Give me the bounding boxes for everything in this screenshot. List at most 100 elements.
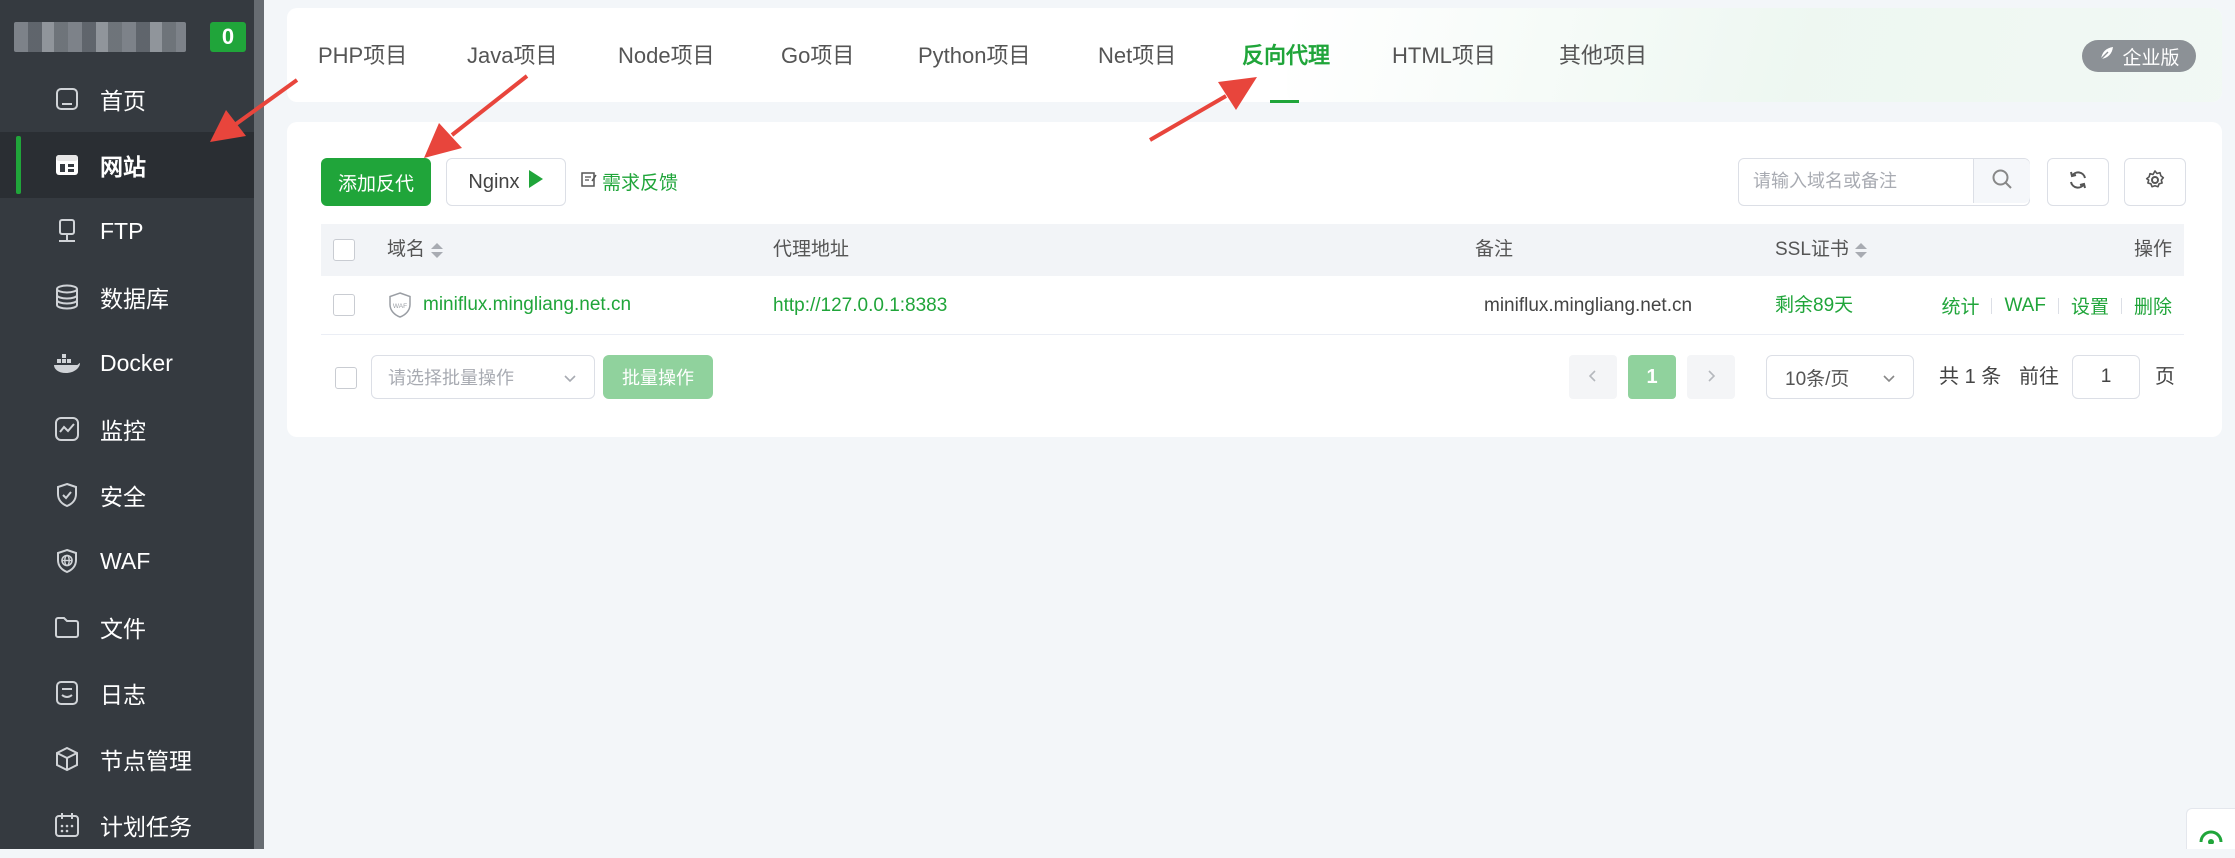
sidebar-item-label: 节点管理 — [100, 748, 192, 774]
goto-page-input[interactable] — [2072, 355, 2140, 399]
current-page-button[interactable]: 1 — [1628, 355, 1676, 399]
sort-icon — [1854, 242, 1867, 258]
footer-select-all-checkbox[interactable] — [335, 367, 357, 389]
chevron-down-icon — [562, 370, 578, 391]
sidebar-item-security[interactable]: 安全 — [0, 462, 254, 528]
batch-operation-button[interactable]: 批量操作 — [603, 355, 713, 399]
log-icon — [52, 678, 82, 708]
tab-net[interactable]: Net项目 — [1098, 8, 1176, 102]
tab-go[interactable]: Go项目 — [781, 8, 854, 102]
edit-icon — [580, 170, 598, 194]
column-ssl[interactable]: SSL证书 — [1775, 224, 1867, 276]
sidebar-item-docker[interactable]: Docker — [0, 330, 254, 396]
tab-php[interactable]: PHP项目 — [318, 8, 407, 102]
total-prefix: 共 — [1939, 366, 1959, 388]
total-number: 1 — [1964, 366, 1976, 388]
tab-html[interactable]: HTML项目 — [1392, 8, 1496, 102]
nginx-button[interactable]: Nginx — [446, 158, 566, 206]
proxy-address-link[interactable]: http://127.0.0.1:8383 — [773, 277, 947, 334]
sidebar-item-website[interactable]: 网站 — [0, 132, 254, 198]
search-icon — [1991, 168, 2013, 195]
svg-text:WAF: WAF — [393, 303, 407, 310]
waf-icon — [52, 546, 82, 576]
sidebar-item-waf[interactable]: WAF — [0, 528, 254, 594]
ftp-icon — [52, 216, 82, 246]
sidebar-menu: 首页 网站 FTP 数据库 Docker 监控 安全 WAF 文件 日志 节点管… — [0, 66, 254, 858]
remark-text[interactable]: miniflux.mingliang.net.cn — [1484, 277, 1692, 334]
nginx-label: Nginx — [468, 170, 520, 193]
goto-label: 前往 — [2019, 366, 2059, 388]
active-tab-indicator — [1270, 100, 1299, 103]
settings-button[interactable] — [2124, 158, 2186, 206]
waf-shield-icon: WAF — [388, 292, 412, 323]
database-icon — [52, 282, 82, 312]
monitor-icon — [52, 414, 82, 444]
tab-python[interactable]: Python项目 — [918, 8, 1031, 102]
prev-page-button[interactable] — [1569, 355, 1617, 399]
page-size-select[interactable]: 10条/页 — [1766, 355, 1914, 399]
sidebar-item-cron[interactable]: 计划任务 — [0, 792, 254, 858]
search-button[interactable] — [1973, 159, 2030, 203]
sidebar-item-database[interactable]: 数据库 — [0, 264, 254, 330]
action-stats[interactable]: 统计 — [1941, 292, 1979, 319]
sidebar-item-label: 数据库 — [100, 286, 169, 312]
sidebar-item-label: WAF — [100, 547, 151, 574]
divider — [1991, 297, 1993, 314]
website-icon — [52, 150, 82, 180]
tab-other[interactable]: 其他项目 — [1559, 8, 1647, 102]
project-tabs: PHP项目 Java项目 Node项目 Go项目 Python项目 Net项目 … — [287, 8, 2222, 102]
chevron-right-icon — [1704, 366, 1718, 389]
folder-icon — [52, 612, 82, 642]
total-suffix: 条 — [1981, 366, 2002, 388]
add-reverse-proxy-button[interactable]: 添加反代 — [321, 158, 431, 206]
table-row: WAF miniflux.mingliang.net.cn http://127… — [321, 277, 2184, 335]
sidebar-item-label: 计划任务 — [100, 814, 192, 840]
tab-java[interactable]: Java项目 — [467, 8, 557, 102]
action-delete[interactable]: 删除 — [2134, 292, 2172, 319]
page-size-value: 10条/页 — [1785, 368, 1850, 390]
sidebar-item-label: 网站 — [100, 154, 146, 180]
select-all-checkbox[interactable] — [333, 239, 355, 261]
sidebar-item-home[interactable]: 首页 — [0, 66, 254, 132]
table-header: 域名 代理地址 备注 SSL证书 操作 — [321, 224, 2184, 276]
page-suffix: 页 — [2155, 366, 2175, 388]
enterprise-badge[interactable]: 企业版 — [2082, 40, 2196, 72]
enterprise-label: 企业版 — [2122, 47, 2180, 69]
sidebar-scrollbar[interactable] — [254, 0, 264, 849]
column-remark: 备注 — [1475, 239, 1514, 260]
feedback-label: 需求反馈 — [602, 173, 679, 194]
chevron-left-icon — [1586, 366, 1600, 389]
column-ssl-label: SSL证书 — [1775, 239, 1849, 260]
sidebar-item-logs[interactable]: 日志 — [0, 660, 254, 726]
divider — [2120, 297, 2122, 314]
feedback-link[interactable]: 需求反馈 — [580, 168, 678, 195]
sidebar-item-nodes[interactable]: 节点管理 — [0, 726, 254, 792]
sidebar-item-files[interactable]: 文件 — [0, 594, 254, 660]
tab-reverse-proxy[interactable]: 反向代理 — [1242, 8, 1330, 102]
sidebar-item-label: 监控 — [100, 418, 146, 444]
node-icon — [52, 744, 82, 774]
row-checkbox[interactable] — [333, 294, 355, 316]
chat-icon — [2198, 824, 2224, 849]
action-settings[interactable]: 设置 — [2071, 292, 2109, 319]
batch-operation-select[interactable]: 请选择批量操作 — [371, 355, 595, 399]
sidebar-item-label: 安全 — [100, 484, 146, 510]
sidebar-item-label: 文件 — [100, 616, 146, 642]
search-input[interactable] — [1739, 159, 1981, 203]
sidebar-item-monitor[interactable]: 监控 — [0, 396, 254, 462]
action-waf[interactable]: WAF — [2004, 295, 2046, 317]
leaf-icon — [2098, 44, 2116, 68]
column-domain[interactable]: 域名 — [387, 224, 444, 276]
ssl-status[interactable]: 剩余89天 — [1775, 277, 1853, 334]
home-icon — [52, 84, 82, 114]
notification-badge[interactable]: 0 — [210, 22, 246, 52]
next-page-button[interactable] — [1687, 355, 1735, 399]
sidebar-item-ftp[interactable]: FTP — [0, 198, 254, 264]
sidebar-item-label: FTP — [100, 217, 144, 244]
refresh-button[interactable] — [2047, 158, 2109, 206]
tab-node[interactable]: Node项目 — [618, 8, 715, 102]
domain-link[interactable]: miniflux.mingliang.net.cn — [423, 277, 631, 334]
docker-icon — [52, 348, 82, 378]
sort-icon — [431, 242, 444, 258]
floating-help-widget[interactable] — [2186, 808, 2235, 849]
